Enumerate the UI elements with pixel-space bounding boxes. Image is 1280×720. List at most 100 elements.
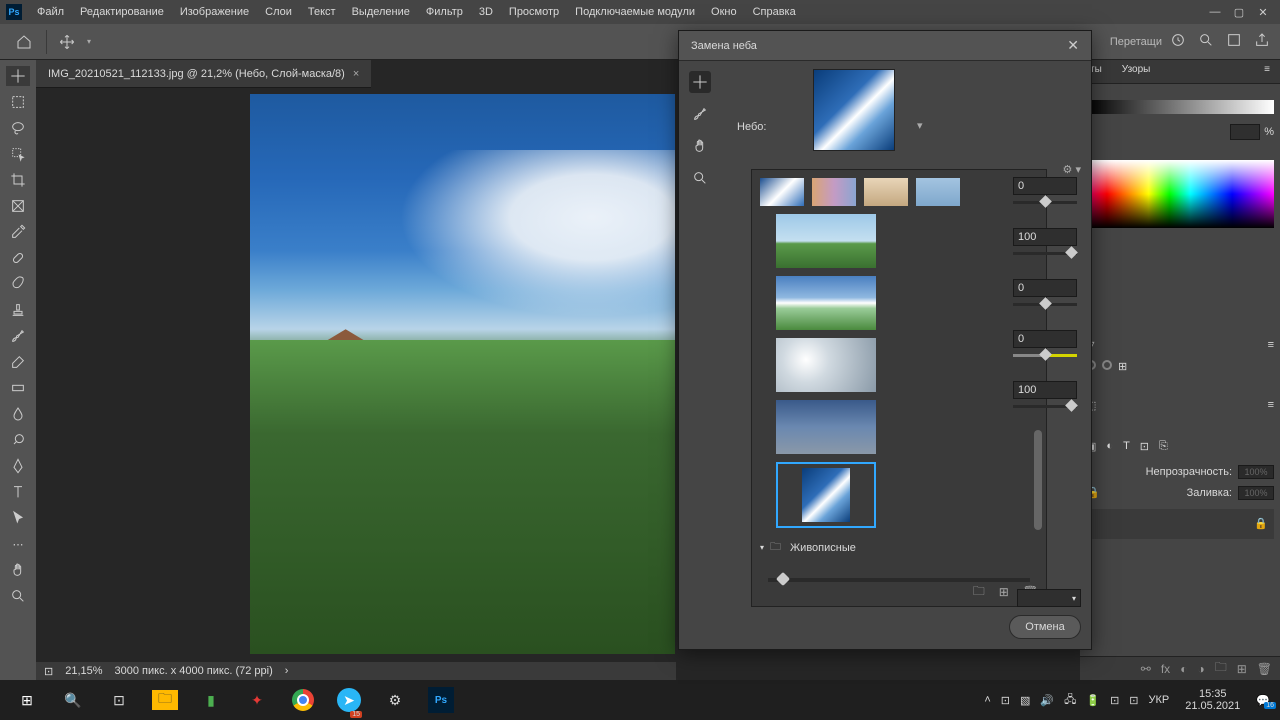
gradient-tool[interactable] [6,378,30,398]
preset-thumb-6[interactable] [776,276,876,330]
stamp-tool[interactable] [6,300,30,320]
network-icon[interactable]: 🖧 [1064,691,1076,710]
more-tools[interactable]: ⋯ [6,534,30,554]
swatch2[interactable] [1102,360,1112,370]
explorer-icon[interactable]: 🗀 [142,680,188,720]
preset-thumb-3[interactable] [864,178,908,206]
sky-dropdown-icon[interactable]: ▾ [917,119,927,132]
color-spectrum[interactable] [1086,160,1274,228]
crop-tool[interactable] [6,170,30,190]
eraser-tool[interactable] [6,352,30,372]
telegram-icon[interactable]: ➤15 [326,680,372,720]
menu-plugins[interactable]: Подключаемые модули [568,3,702,21]
tray-icon1[interactable]: ⊡ [1001,694,1010,707]
dialog-move-icon[interactable] [689,71,711,93]
history-brush-tool[interactable] [6,326,30,346]
notification-icon[interactable]: 💬16 [1256,694,1270,707]
preset-settings-icon[interactable]: ⚙ ▾ [1063,163,1081,176]
new-layer-icon[interactable]: ⊞ [1237,662,1247,676]
clip-icon[interactable]: ⎘ [1159,440,1168,453]
photoshop-taskbar-icon[interactable]: Ps [418,680,464,720]
grid-icon[interactable]: ⊞ [1118,360,1127,373]
mask-icon[interactable]: ◐ [1180,662,1187,676]
tray-icon3[interactable]: ⊡ [1110,694,1119,707]
battery-icon[interactable]: 🔋 [1086,694,1100,707]
dialog-hand-icon[interactable] [689,135,711,157]
cancel-button[interactable]: Отмена [1009,615,1081,639]
adjustment-icon[interactable]: ◑ [1197,662,1204,676]
sound-icon[interactable]: 🔊 [1040,694,1054,707]
canvas[interactable] [250,94,675,654]
pen-tool[interactable] [6,456,30,476]
search-icon[interactable] [1198,32,1214,51]
language-indicator[interactable]: УКР [1149,694,1170,706]
clock[interactable]: 15:35 21.05.2021 [1179,688,1246,712]
menu-edit[interactable]: Редактирование [73,3,171,21]
hand-tool[interactable] [6,560,30,580]
document-tab[interactable]: IMG_20210521_112133.jpg @ 21,2% (Небо, С… [36,60,371,88]
panel-tab-uzory[interactable]: Узоры [1112,60,1161,83]
panel-menu-icon[interactable]: ≡ [1254,60,1280,83]
preset-new-icon[interactable]: ⊞ [999,585,1009,599]
preset-thumb-4[interactable] [916,178,960,206]
crop-layer-icon[interactable]: ⊡ [1140,440,1149,453]
move-tool[interactable] [6,66,30,86]
settings-icon[interactable]: ⚙ [372,680,418,720]
share-icon[interactable] [1254,32,1270,51]
preset-thumb-5[interactable] [776,214,876,268]
slider5-track[interactable] [1013,405,1077,408]
task-view[interactable]: ⊡ [96,680,142,720]
opacity-input[interactable] [1238,465,1274,479]
link-icon[interactable]: ⚯ [1141,662,1151,676]
marquee-tool[interactable] [6,92,30,112]
eyedropper-tool[interactable] [6,222,30,242]
percent-input[interactable] [1230,124,1260,140]
dropdown-arrow-icon[interactable]: ▾ [87,37,91,46]
layer-lock-icon[interactable]: 🔒 [1254,517,1268,530]
panel-menu3-icon[interactable]: ≡ [1268,399,1274,412]
text-tool[interactable] [6,482,30,502]
document-tab-close[interactable]: × [353,68,359,80]
dialog-zoom-icon[interactable] [689,167,711,189]
slider4-track[interactable] [1013,354,1077,357]
preset-thumb-8[interactable] [776,400,876,454]
brush-tool[interactable] [6,274,30,294]
lasso-tool[interactable] [6,118,30,138]
dialog-brush-icon[interactable] [689,103,711,125]
chrome-icon[interactable] [280,680,326,720]
tray-icon2[interactable]: ▧ [1020,694,1030,707]
slider3-value[interactable]: 0 [1013,279,1077,297]
slider5-value[interactable]: 100 [1013,381,1077,399]
sky-preview[interactable] [813,69,895,151]
minimize-button[interactable]: — [1204,3,1226,21]
tray-chevron-icon[interactable]: ˄ [984,694,990,706]
preset-thumb-9-selected[interactable] [776,462,876,528]
status-arrow[interactable]: › [285,665,289,677]
fill-input[interactable] [1238,486,1274,500]
dialog-close-button[interactable]: ✕ [1067,37,1079,54]
fx-icon[interactable]: fx [1161,662,1170,676]
move-tool-icon[interactable] [55,30,79,54]
slider1-track[interactable] [1013,201,1077,204]
panel-menu2-icon[interactable]: ≡ [1268,339,1274,352]
slider4-value[interactable]: 0 [1013,330,1077,348]
path-select-tool[interactable] [6,508,30,528]
gradient-preview[interactable] [1086,100,1274,114]
blur-tool[interactable] [6,404,30,424]
menu-file[interactable]: Файл [30,3,71,21]
zoom-level[interactable]: 21,15% [65,665,102,677]
preset-folder-icon[interactable]: 🗀 [973,582,985,603]
maximize-button[interactable]: ▢ [1228,3,1250,21]
menu-window[interactable]: Окно [704,3,744,21]
zoom-tool[interactable] [6,586,30,606]
cloud-sync-icon[interactable] [1170,32,1186,51]
menu-filter[interactable]: Фильтр [419,3,470,21]
app-red-icon[interactable]: ✦ [234,680,280,720]
menu-layers[interactable]: Слои [258,3,299,21]
slider2-track[interactable] [1013,252,1077,255]
healing-tool[interactable] [6,248,30,268]
preset-thumb-2[interactable] [812,178,856,206]
folder-icon[interactable]: 🗀 [1215,658,1227,679]
home-icon[interactable] [10,28,38,56]
slider3-track[interactable] [1013,303,1077,306]
